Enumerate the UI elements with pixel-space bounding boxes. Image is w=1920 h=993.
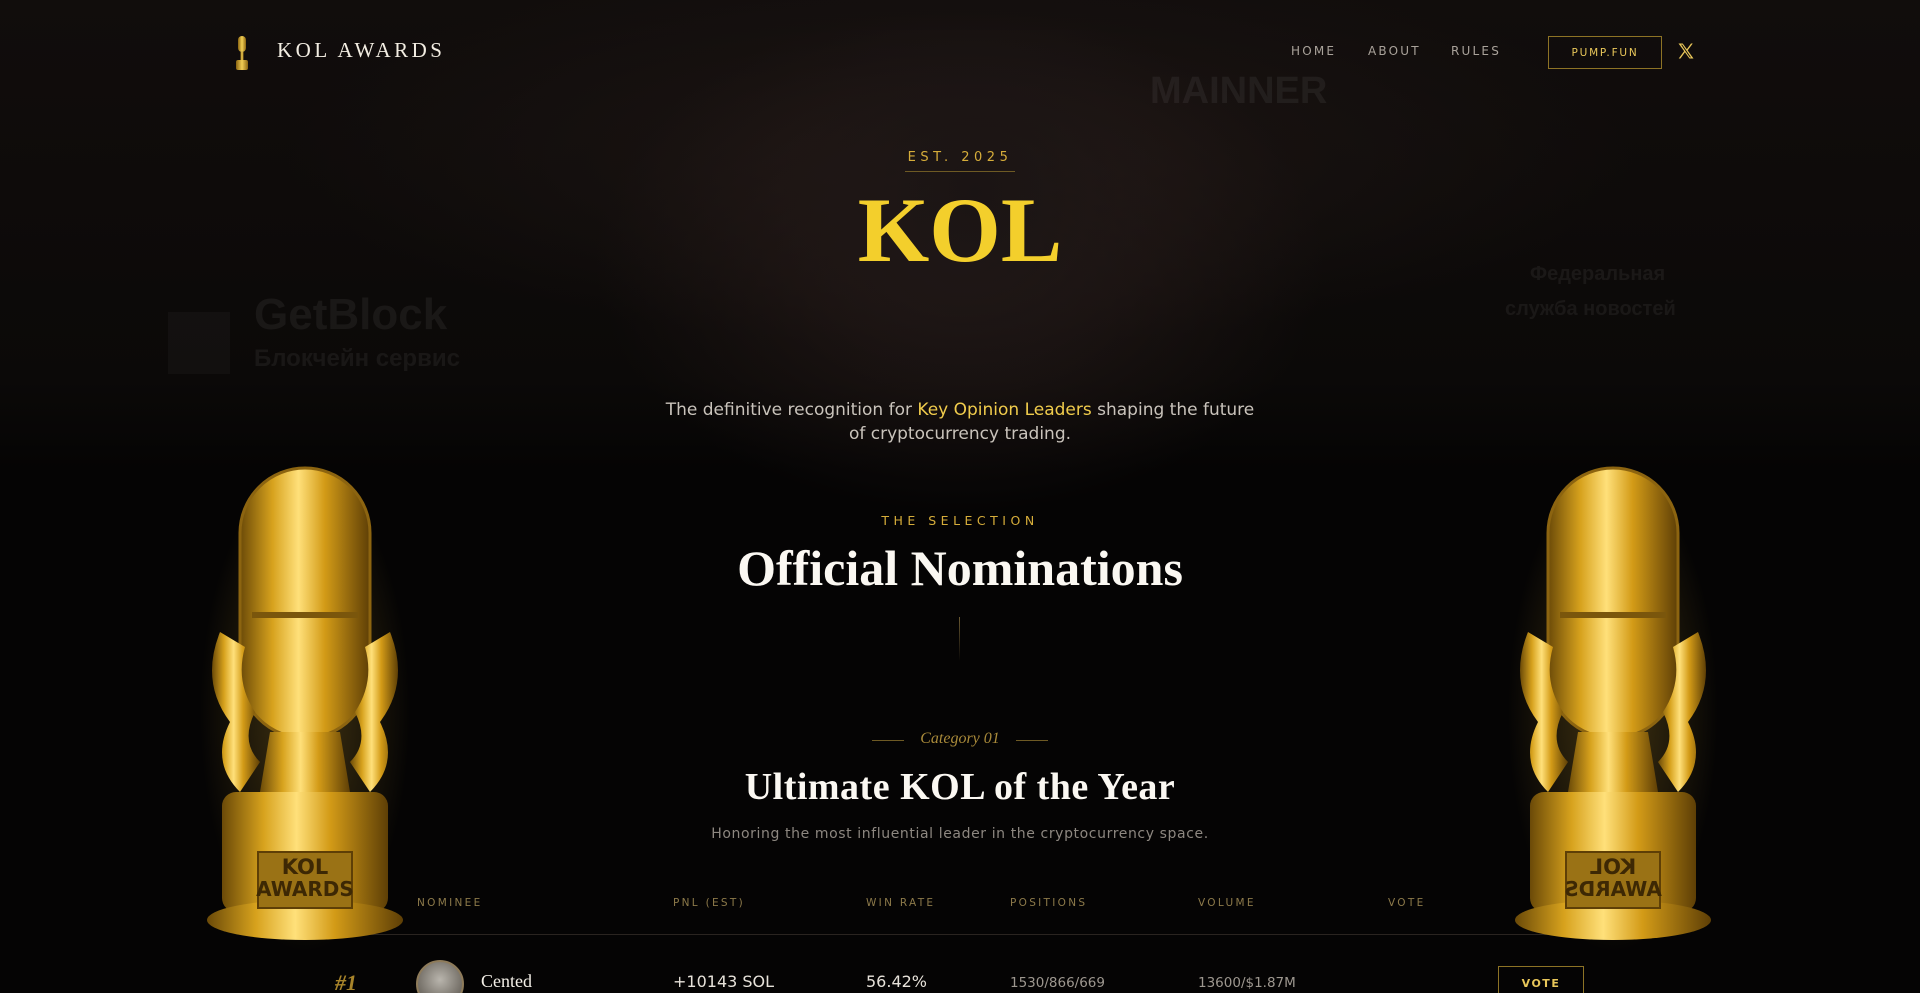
win-rate-value: 56.42% <box>866 972 928 991</box>
background-logo-tile <box>168 312 230 374</box>
column-header-volume: VOLUME <box>1198 897 1256 909</box>
nav-home-link[interactable]: HOME <box>1291 44 1336 58</box>
established-underline <box>905 171 1015 172</box>
section-divider <box>959 617 960 661</box>
brand-name[interactable]: KOL AWARDS <box>277 38 445 63</box>
nominee-name[interactable]: Cented <box>481 971 532 992</box>
trophy-right-plaque-line1: KOL <box>1590 855 1637 879</box>
hero-tagline: The definitive recognition for Key Opini… <box>660 398 1260 446</box>
volume-value: 13600/$1.87M <box>1198 975 1296 991</box>
column-header-positions: POSITIONS <box>1010 897 1088 909</box>
nav-rules-link[interactable]: RULES <box>1451 44 1501 58</box>
trophy-left-image: KOL AWARDS <box>200 466 410 952</box>
hero-title: KOL <box>857 179 1063 281</box>
trophy-left-plaque-line1: KOL <box>282 855 329 879</box>
tagline-text-start: The definitive recognition for <box>665 400 918 420</box>
x-logo-icon[interactable] <box>1677 42 1695 60</box>
background-text-getblock-sub: Блокчейн сервис <box>254 345 460 372</box>
column-header-nominee: NOMINEE <box>417 897 483 909</box>
table-header-divider <box>330 934 1590 935</box>
pump-fun-button[interactable]: PUMP.FUN <box>1548 36 1662 69</box>
trophy-right-image: KOL AWARDS <box>1508 466 1718 952</box>
vote-button[interactable]: VOTE <box>1498 966 1584 993</box>
column-header-pnl: PNL (EST) <box>673 897 745 909</box>
rank-number: #1 <box>335 970 357 993</box>
nav-about-link[interactable]: ABOUT <box>1368 44 1421 58</box>
background-text-getblock: GetBlock <box>254 290 448 339</box>
top-nav: KOL AWARDS HOME ABOUT RULES PUMP.FUN <box>0 0 1920 104</box>
established-label: EST. 2025 <box>907 150 1013 165</box>
pnl-value: +10143 SOL <box>673 972 775 991</box>
tagline-highlight: Key Opinion Leaders <box>917 400 1092 420</box>
column-header-win-rate: WIN RATE <box>866 897 936 909</box>
trophy-right-plaque-line2: AWARDS <box>1564 877 1662 901</box>
trophy-left-plaque-line2: AWARDS <box>256 877 354 901</box>
background-text-news: служба новостей <box>1505 298 1676 320</box>
microphone-logo-icon <box>236 36 248 70</box>
positions-value: 1530/866/669 <box>1010 975 1105 991</box>
category-dash-right <box>1016 740 1048 741</box>
column-header-vote: VOTE <box>1388 897 1426 909</box>
